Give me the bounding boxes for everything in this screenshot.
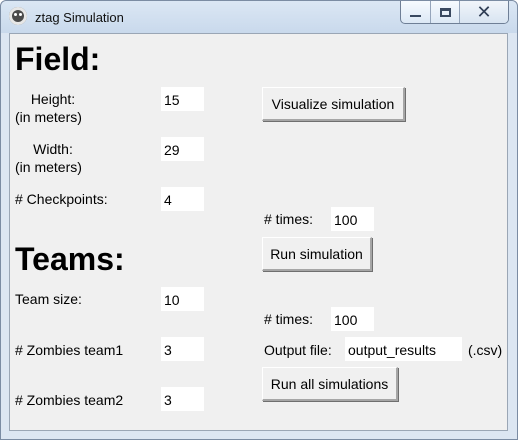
visualize-simulation-button[interactable]: Visualize simulation xyxy=(262,87,405,121)
width-unit-label: (in meters) xyxy=(15,159,82,175)
run-all-times-input[interactable] xyxy=(331,307,374,331)
title-bar[interactable]: ztag Simulation ✕ xyxy=(1,1,517,33)
window-controls: ✕ xyxy=(400,1,509,24)
maximize-button[interactable] xyxy=(430,1,459,23)
run-simulation-button[interactable]: Run simulation xyxy=(262,237,372,271)
run-times-label: # times: xyxy=(264,211,314,227)
run-all-times-label: # times: xyxy=(264,311,314,327)
run-all-simulations-button[interactable]: Run all simulations xyxy=(262,367,398,401)
main-panel: Field: Height: (in meters) Width: (in me… xyxy=(9,33,508,431)
app-icon xyxy=(9,7,27,25)
teams-heading: Teams: xyxy=(15,241,125,277)
checkpoints-input[interactable] xyxy=(161,187,204,211)
output-file-input[interactable] xyxy=(345,337,462,361)
zombies-team2-label: # Zombies team2 xyxy=(15,392,124,408)
maximize-icon xyxy=(439,7,451,17)
app-window: ztag Simulation ✕ Field: Height: (in met… xyxy=(0,0,518,440)
height-input[interactable] xyxy=(161,87,204,111)
zombies-team2-input[interactable] xyxy=(161,387,204,411)
checkpoints-label: # Checkpoints: xyxy=(15,191,108,207)
output-file-label: Output file: xyxy=(264,342,332,358)
close-icon: ✕ xyxy=(476,2,492,22)
height-label: Height: xyxy=(30,91,76,107)
team-size-input[interactable] xyxy=(161,287,204,311)
csv-extension-label: (.csv) xyxy=(468,342,503,358)
width-label: Width: xyxy=(33,141,73,157)
zombies-team1-input[interactable] xyxy=(161,337,204,361)
minimize-button[interactable] xyxy=(401,1,430,23)
team-size-label: Team size: xyxy=(15,291,82,307)
minimize-icon xyxy=(410,14,421,17)
zombies-team1-label: # Zombies team1 xyxy=(15,342,124,358)
field-heading: Field: xyxy=(15,41,101,77)
close-button[interactable]: ✕ xyxy=(459,1,508,23)
width-input[interactable] xyxy=(161,137,204,161)
run-times-input[interactable] xyxy=(331,207,374,231)
height-unit-label: (in meters) xyxy=(15,109,82,125)
window-title: ztag Simulation xyxy=(35,10,124,25)
